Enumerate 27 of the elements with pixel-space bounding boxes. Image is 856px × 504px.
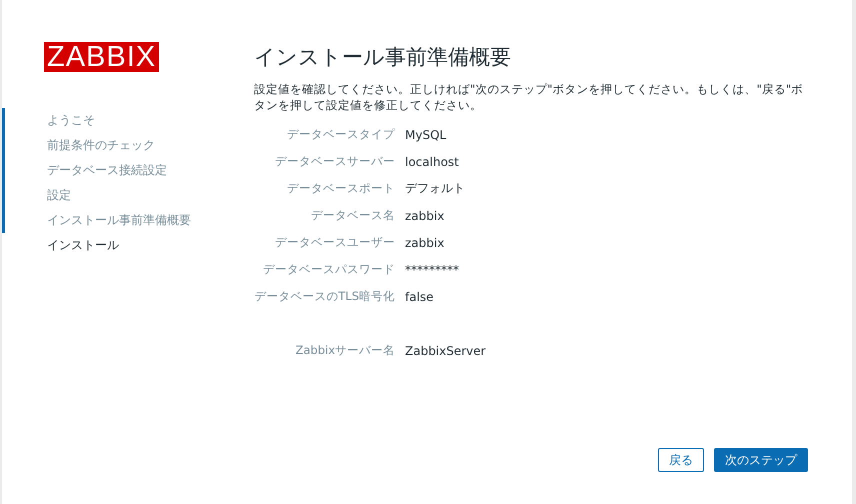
field-value: ZabbixServer (405, 344, 487, 358)
logo: ZABBIX (44, 42, 160, 72)
field-label: データベースポート (286, 180, 395, 197)
field-value: localhost (405, 154, 460, 168)
field-label: データベースユーザー (274, 234, 395, 251)
field-label: データベースサーバー (274, 153, 395, 170)
field-label: データベースタイプ (286, 126, 395, 143)
step-item: ようこそ (2, 108, 254, 133)
field-label: データベース名 (310, 207, 395, 224)
step-item: インストール (46, 237, 120, 254)
field-value: false (405, 290, 435, 304)
next-button[interactable]: 次のステップ (714, 448, 808, 472)
field-label: Zabbixサーバー名 (294, 342, 395, 359)
description: 設定値を確認してください。正しければ"次のステップ"ボタンを押してください。もしくは、"戻る"ボタンを押して設定値を修正してください。 (254, 81, 804, 113)
step-item: 前提条件のチェック (2, 133, 254, 158)
step-item: 設定 (2, 183, 254, 208)
field-value: MySQL (405, 128, 448, 142)
page-title: インストール事前準備概要 (254, 44, 512, 71)
field-value: デフォルト (405, 180, 466, 197)
field-label: データベースのTLS暗号化 (254, 288, 395, 305)
step-item: データベース接続設定 (2, 158, 254, 183)
step-item: インストール事前準備概要 (2, 208, 254, 233)
back-button[interactable]: 戻る (658, 448, 704, 472)
field-value: zabbix (405, 208, 446, 222)
field-value: ********* (405, 262, 460, 276)
field-label: データベースパスワード (262, 261, 395, 278)
field-value: zabbix (405, 236, 446, 250)
